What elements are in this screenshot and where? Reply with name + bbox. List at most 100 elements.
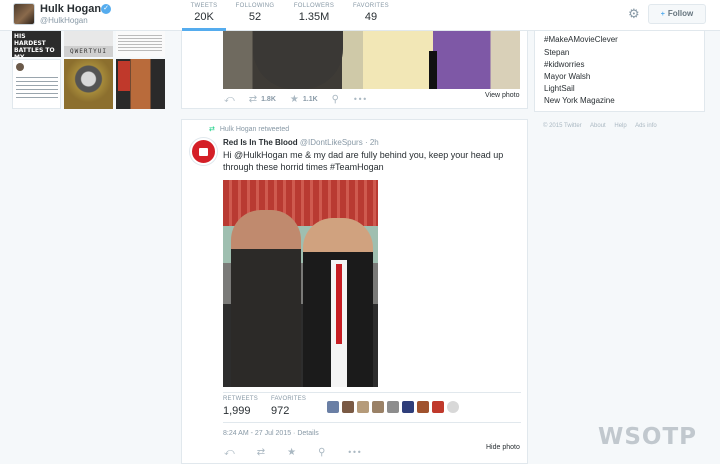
- favorite-action[interactable]: ★ 1.1K: [290, 94, 318, 105]
- thumb-text: HIS HARDEST BATTLES TO MY STRONGEST SOLD…: [14, 33, 55, 57]
- thumb-text-lines: [16, 74, 58, 98]
- retweets-count[interactable]: 1,999: [223, 405, 251, 417]
- thumb-text-lines: [118, 33, 162, 51]
- stat-favorites[interactable]: FAVORITES 49: [349, 3, 393, 23]
- stat-value: 49: [364, 11, 378, 23]
- favoriter-avatar[interactable]: [387, 401, 399, 413]
- footer-link-about[interactable]: About: [590, 123, 606, 129]
- favoriter-avatar[interactable]: [432, 401, 444, 413]
- favoriter-avatar[interactable]: [417, 401, 429, 413]
- favoriter-avatar[interactable]: [447, 401, 459, 413]
- photo-person: [231, 210, 301, 387]
- favorite-icon[interactable]: ★: [287, 447, 296, 458]
- more-icon[interactable]: •••: [347, 448, 361, 457]
- photo-microphone: [429, 51, 437, 89]
- tweet-photo[interactable]: [223, 31, 520, 89]
- club-crest-icon: [199, 148, 208, 156]
- author-line: Red Is In The Blood @IDontLikeSpurs · 2h: [223, 138, 379, 147]
- footer-links: © 2015 Twitter About Help Ads info: [543, 123, 664, 129]
- tweet-photo[interactable]: [223, 180, 378, 387]
- photo-figure: [253, 31, 343, 89]
- author-handle[interactable]: @IDontLikeSpurs: [300, 138, 363, 147]
- photo-grid: HIS HARDEST BATTLES TO MY STRONGEST SOLD…: [12, 31, 167, 109]
- stat-label: FOLLOWERS: [293, 3, 335, 9]
- gear-icon[interactable]: ⚙: [628, 7, 640, 22]
- stat-tweets[interactable]: TWEETS 20K: [182, 3, 226, 31]
- photo-thumb[interactable]: [116, 31, 165, 57]
- retweet-context: ⇄ Hulk Hogan retweeted: [209, 125, 289, 133]
- profile-handle[interactable]: @HulkHogan: [40, 16, 88, 25]
- tweet-actions: ⤺ ⇄ 1.8K ★ 1.1K ⚲ •••: [224, 94, 381, 105]
- footer-copyright: © 2015 Twitter: [543, 123, 582, 129]
- favoriter-avatar[interactable]: [372, 401, 384, 413]
- tweet-card-previous: ⤺ ⇄ 1.8K ★ 1.1K ⚲ ••• View photo: [181, 31, 528, 109]
- retweet-icon[interactable]: ⇄: [257, 447, 265, 458]
- divider: [223, 422, 521, 423]
- favorites-label[interactable]: FAVORITES: [271, 396, 306, 402]
- hide-photo-link[interactable]: Hide photo: [486, 444, 520, 451]
- favoriter-avatar[interactable]: [357, 401, 369, 413]
- trends-module: #MakeAMovieClever Stepan #kidworries May…: [534, 31, 705, 112]
- stat-label: TWEETS: [190, 3, 218, 9]
- profile-nav-bar: Hulk Hogan ✓ @HulkHogan TWEETS 20K FOLLO…: [0, 0, 720, 31]
- thumb-avatar: [16, 63, 24, 71]
- follow-button-label: Follow: [667, 9, 694, 18]
- stat-followers[interactable]: FOLLOWERS 1.35M: [290, 3, 338, 23]
- tweet-timestamp[interactable]: 8:24 AM - 27 Jul 2015 · Details: [223, 430, 319, 437]
- tweet-actions: ⤺ ⇄ ★ ⚲ •••: [224, 447, 376, 458]
- favoriter-avatar[interactable]: [402, 401, 414, 413]
- follow-button[interactable]: + Follow: [648, 4, 706, 24]
- retweet-icon: ⇄: [248, 94, 258, 105]
- favoriter-avatar[interactable]: [327, 401, 339, 413]
- retweeted-by-text[interactable]: Hulk Hogan retweeted: [220, 126, 289, 133]
- divider: [223, 392, 521, 393]
- thumb-magazine-band: [118, 61, 130, 91]
- trend-item[interactable]: LightSail: [544, 84, 575, 93]
- watermark-logo: WSOTP: [598, 424, 698, 450]
- photo-figure: [363, 31, 433, 89]
- favoriter-avatars: [327, 401, 462, 413]
- profile-avatar[interactable]: [13, 3, 35, 25]
- favorites-count[interactable]: 972: [271, 405, 289, 417]
- stat-following[interactable]: FOLLOWING 52: [233, 3, 277, 23]
- trend-item[interactable]: #kidworries: [544, 60, 584, 69]
- favorite-icon: ★: [289, 94, 299, 105]
- favoriter-avatar[interactable]: [342, 401, 354, 413]
- thumb-keyboard-text: QWERTYUI ASDFGHJ: [64, 46, 113, 57]
- retweets-label[interactable]: RETWEETS: [223, 396, 258, 402]
- view-photo-link[interactable]: View photo: [485, 92, 520, 99]
- tweet-card-retweet[interactable]: ⇄ Hulk Hogan retweeted Red Is In The Bloo…: [181, 119, 528, 464]
- stat-label: FAVORITES: [353, 3, 389, 9]
- tweet-text: Hi @HulkHogan me & my dad are fully behi…: [223, 150, 504, 172]
- trend-item[interactable]: Mayor Walsh: [544, 72, 590, 81]
- profile-name[interactable]: Hulk Hogan: [40, 3, 101, 15]
- trend-item[interactable]: #MakeAMovieClever: [544, 35, 618, 44]
- follow-icon[interactable]: ⚲: [332, 94, 339, 105]
- author-name[interactable]: Red Is In The Blood: [223, 138, 298, 147]
- retweet-context-icon: ⇄: [209, 125, 215, 133]
- retweet-count: 1.8K: [261, 96, 276, 103]
- trend-item[interactable]: New York Magazine: [544, 96, 615, 105]
- follow-icon[interactable]: ⚲: [318, 447, 325, 458]
- reply-icon[interactable]: ⤺: [224, 447, 235, 458]
- follow-person-icon: +: [660, 11, 665, 18]
- photo-tie: [336, 264, 342, 344]
- more-icon[interactable]: •••: [353, 95, 367, 104]
- stat-value: 1.35M: [298, 11, 330, 23]
- photo-thumb[interactable]: HIS HARDEST BATTLES TO MY STRONGEST SOLD…: [12, 31, 61, 57]
- reply-icon[interactable]: ⤺: [224, 94, 235, 105]
- photo-thumb[interactable]: QWERTYUI ASDFGHJ: [64, 31, 113, 57]
- trend-item[interactable]: Stepan: [544, 48, 569, 57]
- stat-value: 52: [248, 11, 262, 23]
- footer-link-help[interactable]: Help: [614, 123, 626, 129]
- tweet-time[interactable]: · 2h: [365, 138, 379, 147]
- author-avatar[interactable]: [190, 138, 217, 165]
- stat-label: FOLLOWING: [235, 3, 275, 9]
- stat-value: 20K: [194, 11, 214, 23]
- verified-badge-icon: ✓: [101, 4, 111, 14]
- retweet-action[interactable]: ⇄ 1.8K: [249, 94, 276, 105]
- photo-thumb[interactable]: [64, 59, 113, 109]
- footer-link-ads-info[interactable]: Ads info: [635, 123, 657, 129]
- photo-thumb[interactable]: [12, 59, 61, 109]
- photo-thumb[interactable]: [116, 59, 165, 109]
